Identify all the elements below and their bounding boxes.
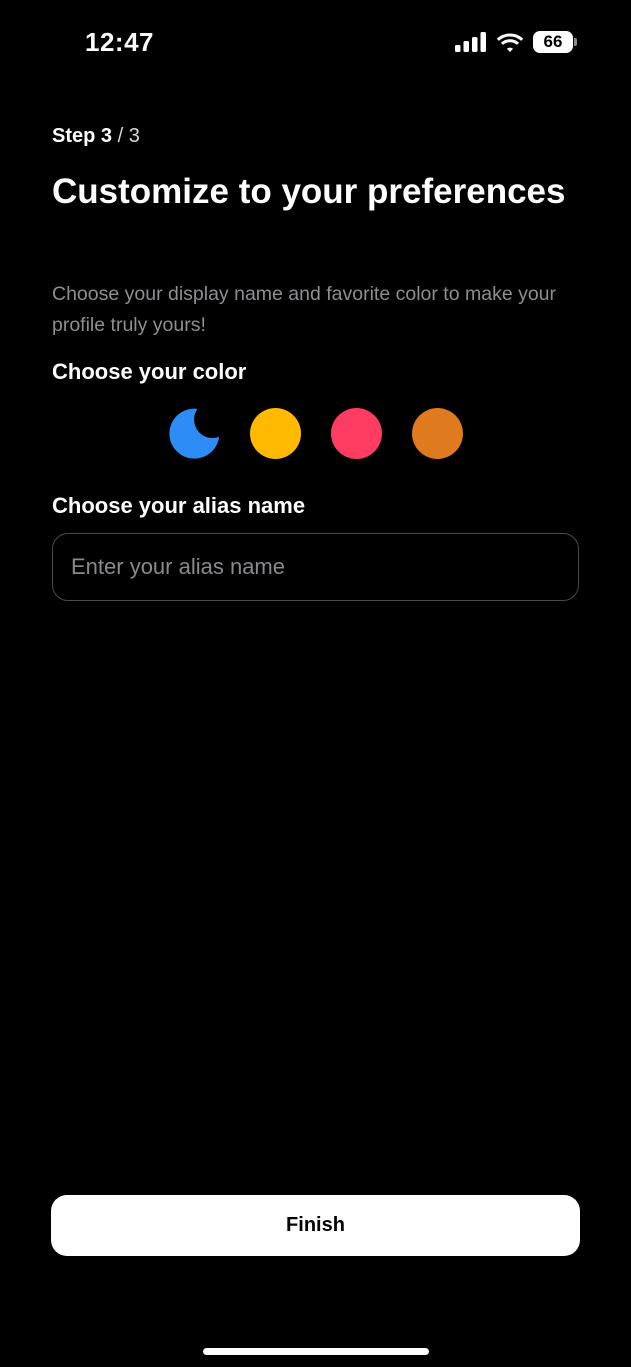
- wifi-icon: [496, 33, 524, 52]
- step-current: Step 3: [52, 125, 113, 147]
- color-option-yellow[interactable]: [250, 408, 301, 459]
- status-time: 12:47: [85, 27, 154, 57]
- moon-icon: [169, 408, 220, 459]
- color-option-orange[interactable]: [412, 408, 463, 459]
- color-option-pink[interactable]: [331, 408, 382, 459]
- color-section-title: Choose your color: [52, 359, 247, 384]
- step-indicator: Step 3 / 3: [52, 124, 140, 148]
- finish-button[interactable]: Finish: [51, 1195, 580, 1256]
- status-icons: 66: [455, 30, 577, 54]
- color-option-blue[interactable]: [169, 408, 220, 459]
- color-options: [169, 408, 463, 459]
- alias-section-title: Choose your alias name: [52, 493, 306, 518]
- page-description: Choose your display name and favorite co…: [52, 283, 557, 336]
- battery-level: 66: [533, 31, 573, 53]
- battery-tip: [574, 38, 577, 46]
- step-separator: /: [112, 125, 129, 147]
- alias-name-input[interactable]: [52, 533, 579, 601]
- battery-icon: 66: [533, 31, 577, 53]
- home-indicator: [203, 1348, 429, 1355]
- moon-shape: [169, 408, 220, 459]
- step-total: 3: [128, 125, 140, 147]
- page-title: Customize to your preferences: [52, 172, 566, 211]
- signal-bars-icon: [455, 32, 486, 52]
